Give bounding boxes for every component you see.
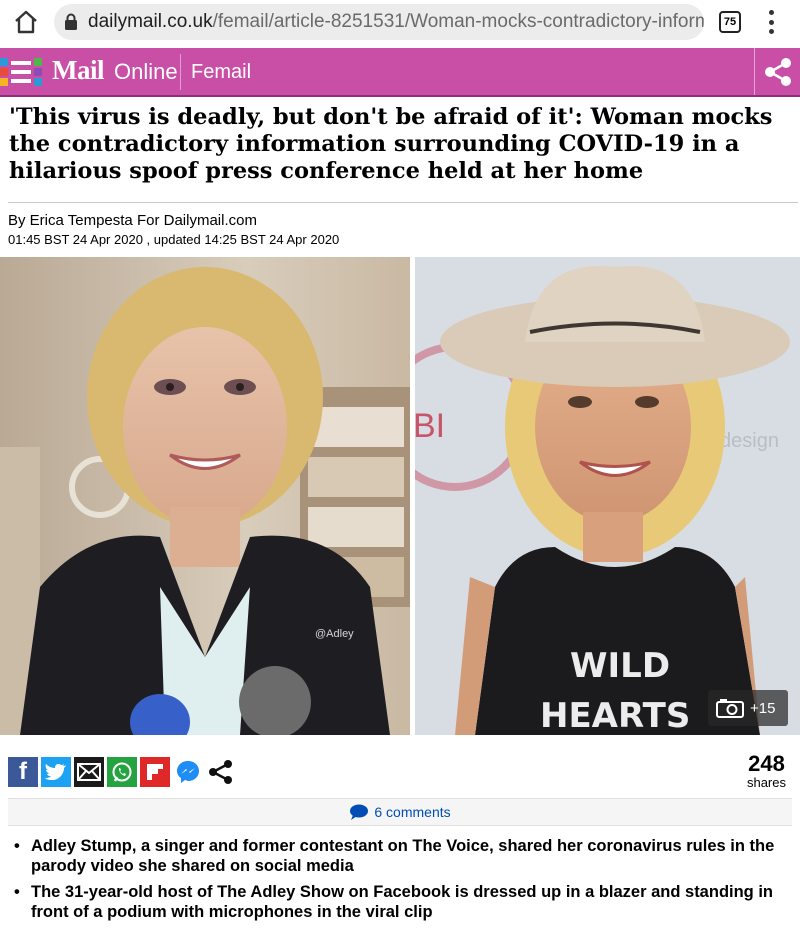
summary-bullet: The 31-year-old host of The Adley Show o… <box>14 882 789 922</box>
twitter-share-button[interactable] <box>41 757 71 787</box>
messenger-icon <box>177 761 199 783</box>
facebook-share-button[interactable]: f <box>8 757 38 787</box>
flipboard-share-button[interactable] <box>140 757 170 787</box>
site-header: Mail Online Femail <box>0 48 800 96</box>
whatsapp-icon <box>112 762 132 782</box>
browser-menu-button[interactable] <box>764 10 778 34</box>
share-icon <box>764 58 791 86</box>
comments-count: 6 comments <box>374 804 451 820</box>
whatsapp-share-button[interactable] <box>107 757 137 787</box>
email-icon <box>77 763 101 781</box>
facebook-icon: f <box>19 758 27 785</box>
headline-divider <box>8 202 798 203</box>
browser-toolbar: dailymail.co.uk/femail/article-8251531/W… <box>0 0 800 44</box>
messenger-share-button[interactable] <box>173 757 203 787</box>
lock-icon <box>65 13 77 30</box>
online-logo[interactable]: Online <box>114 59 178 85</box>
share-bar: f <box>8 757 239 787</box>
article-photo-right[interactable]: BI cdesign WILD HEARTS <box>415 257 800 735</box>
gallery-button[interactable]: +15 <box>708 690 788 726</box>
article-byline: By Erica Tempesta For Dailymail.com <box>8 212 257 229</box>
address-bar[interactable]: dailymail.co.uk/femail/article-8251531/W… <box>54 4 704 40</box>
header-divider <box>180 54 181 90</box>
shirt-text-line1: WILD <box>570 646 670 686</box>
comment-icon <box>350 804 369 820</box>
url-path: /femail/article-8251531/Woman-mocks-cont… <box>212 11 704 32</box>
shirt-text-line2: HEARTS <box>540 696 690 735</box>
menu-icon[interactable] <box>0 58 44 86</box>
url-text: dailymail.co.uk/femail/article-8251531/W… <box>88 11 704 33</box>
home-icon[interactable] <box>12 8 40 36</box>
twitter-icon <box>45 764 66 780</box>
comments-link[interactable]: 6 comments <box>8 798 792 826</box>
photo-backdrop-text: BI <box>415 407 445 445</box>
share-icon <box>209 760 232 784</box>
header-stripe <box>0 95 800 97</box>
url-host: dailymail.co.uk <box>88 11 213 32</box>
share-count-number: 248 <box>748 751 785 776</box>
section-link-femail[interactable]: Femail <box>191 61 251 84</box>
article-headline: 'This virus is deadly, but don't be afra… <box>9 104 773 184</box>
flipboard-icon <box>147 764 163 780</box>
email-share-button[interactable] <box>74 757 104 787</box>
more-share-button[interactable] <box>206 757 236 787</box>
mail-logo[interactable]: Mail <box>52 55 105 86</box>
photo-watermark: @Adley <box>315 628 354 640</box>
gallery-count: +15 <box>750 699 776 717</box>
article-photo-left[interactable]: @Adley <box>0 257 410 735</box>
article-summary: Adley Stump, a singer and former contest… <box>14 836 789 928</box>
tab-switcher-button[interactable]: 75 <box>719 11 741 33</box>
camera-icon <box>716 699 744 718</box>
share-count-label: shares <box>746 775 786 790</box>
summary-bullet: Adley Stump, a singer and former contest… <box>14 836 789 876</box>
header-share-button[interactable] <box>754 48 800 96</box>
article-dateline: 01:45 BST 24 Apr 2020 , updated 14:25 BS… <box>8 232 340 247</box>
share-count: 248 shares <box>747 752 786 790</box>
